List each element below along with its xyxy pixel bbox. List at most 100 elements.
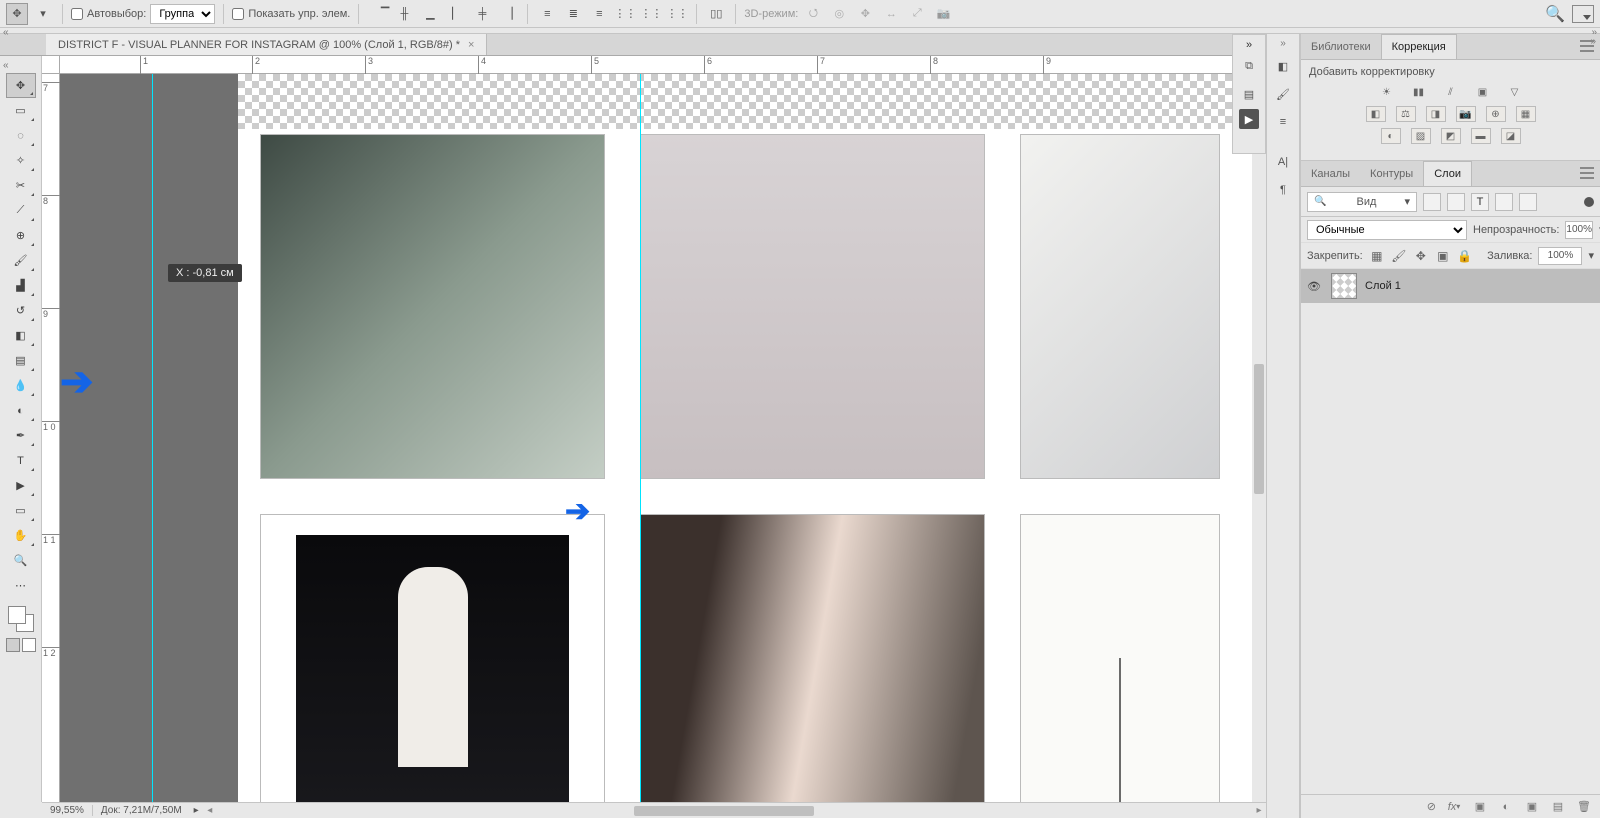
move-tool-icon[interactable]: ✥ — [6, 73, 36, 98]
align-bottom-edges-icon[interactable]: ▁ — [419, 3, 441, 25]
align-left-edges-icon[interactable]: ▏ — [445, 3, 467, 25]
lock-all-icon[interactable]: 🔒 — [1457, 248, 1473, 264]
show-transform-controls-checkbox[interactable]: Показать упр. элем. — [232, 8, 350, 20]
threshold-icon[interactable]: ◩ — [1441, 128, 1461, 144]
doc-info[interactable]: Док: 7,21M/7,50M — [93, 805, 190, 816]
blend-mode-dropdown[interactable]: Обычные — [1307, 220, 1467, 240]
align-hcenters-icon[interactable]: ╪ — [471, 3, 493, 25]
filter-shape-icon[interactable] — [1495, 193, 1513, 211]
layer-name[interactable]: Слой 1 — [1365, 280, 1401, 292]
layers-tab[interactable]: Слои — [1423, 161, 1472, 186]
filter-smart-icon[interactable] — [1519, 193, 1537, 211]
marquee-tool-icon[interactable]: ▭ — [6, 98, 36, 123]
filter-pixel-icon[interactable] — [1423, 193, 1441, 211]
align-top-edges-icon[interactable]: ▔ — [367, 3, 389, 25]
dodge-tool-icon[interactable]: ◐ — [6, 398, 36, 423]
filter-adjust-icon[interactable] — [1447, 193, 1465, 211]
layer-row[interactable]: 👁 Слой 1 — [1301, 269, 1600, 303]
distribute-right-icon[interactable]: ⋮⋮ — [666, 3, 688, 25]
canvas-view[interactable]: ➔ ➔ X : -0,81 см — [60, 74, 1266, 802]
color-lookup-icon[interactable]: ▦ — [1516, 106, 1536, 122]
gradient-map-icon[interactable]: ▬ — [1471, 128, 1491, 144]
scroll-right-icon[interactable]: ▸ — [1252, 805, 1266, 816]
ruler-vertical[interactable]: 7 8 9 1 0 1 1 1 2 — [42, 74, 60, 802]
crop-tool-icon[interactable]: ✂ — [6, 173, 36, 198]
healing-brush-tool-icon[interactable]: ⊕ — [6, 223, 36, 248]
link-layers-icon[interactable]: ⊘ — [1427, 800, 1436, 813]
search-icon[interactable]: 🔍 — [1544, 3, 1566, 25]
libraries-tab[interactable]: Библиотеки — [1301, 34, 1381, 59]
vibrance-icon[interactable]: ▽ — [1504, 84, 1526, 100]
channel-mixer-icon[interactable]: ⊕ — [1486, 106, 1506, 122]
distribute-left-icon[interactable]: ⋮⋮ — [614, 3, 636, 25]
tool-preset-picker-icon[interactable]: ▾ — [32, 3, 54, 25]
foreground-color-swatch[interactable] — [8, 606, 26, 624]
brightness-contrast-icon[interactable]: ☀ — [1376, 84, 1398, 100]
photo-filter-icon[interactable]: 📷 — [1456, 106, 1476, 122]
edit-toolbar-icon[interactable]: ⋯ — [6, 573, 36, 598]
panel-menu-icon[interactable] — [1580, 40, 1594, 52]
distribute-top-icon[interactable]: ≡ — [536, 3, 558, 25]
align-right-edges-icon[interactable]: ▕ — [497, 3, 519, 25]
filter-type-icon[interactable]: T — [1471, 193, 1489, 211]
opacity-value[interactable]: 100% — [1565, 221, 1593, 239]
ruler-origin[interactable] — [42, 56, 60, 74]
horizontal-scrollbar[interactable] — [231, 804, 1238, 818]
screen-mode-icon[interactable] — [1572, 5, 1594, 23]
new-group-icon[interactable]: ▣ — [1524, 800, 1540, 814]
clone-stamp-tool-icon[interactable]: ▟ — [6, 273, 36, 298]
layer-fx-icon[interactable]: fx▾ — [1446, 800, 1462, 814]
paths-tab[interactable]: Контуры — [1360, 161, 1423, 186]
document-tab[interactable]: DISTRICT F - VISUAL PLANNER FOR INSTAGRA… — [46, 34, 487, 55]
scroll-left-icon[interactable]: ◂ — [203, 805, 217, 816]
history-panel-icon[interactable]: ⧉ — [1236, 53, 1262, 79]
filter-toggle-icon[interactable] — [1584, 197, 1594, 207]
levels-icon[interactable]: ▮▮ — [1408, 84, 1430, 100]
fill-value[interactable]: 100% — [1538, 247, 1582, 265]
distribute-hcenter-icon[interactable]: ⋮⋮ — [640, 3, 662, 25]
distribute-bottom-icon[interactable]: ≡ — [588, 3, 610, 25]
vertical-scrollbar[interactable] — [1252, 74, 1266, 802]
standard-mode-icon[interactable] — [6, 638, 20, 652]
new-adjustment-layer-icon[interactable]: ◐ — [1498, 800, 1514, 814]
lock-position-icon[interactable]: ✥ — [1413, 248, 1429, 264]
fill-chevron-icon[interactable]: ▾ — [1588, 249, 1594, 262]
lasso-tool-icon[interactable]: ◌ — [6, 123, 36, 148]
distribute-vcenter-icon[interactable]: ≣ — [562, 3, 584, 25]
ruler-horizontal[interactable]: 1 2 3 4 5 6 7 8 9 — [60, 56, 1266, 74]
delete-layer-icon[interactable]: 🗑 — [1576, 800, 1592, 814]
selective-color-icon[interactable]: ◪ — [1501, 128, 1521, 144]
hue-sat-icon[interactable]: ◧ — [1366, 106, 1386, 122]
doc-info-chevron-icon[interactable]: ▸ — [190, 805, 203, 816]
type-tool-icon[interactable]: T — [6, 448, 36, 473]
rectangle-tool-icon[interactable]: ▭ — [6, 498, 36, 523]
auto-select-checkbox[interactable]: Автовыбор: — [71, 8, 146, 20]
quickmask-mode-icon[interactable] — [22, 638, 36, 652]
hand-tool-icon[interactable]: ✋ — [6, 523, 36, 548]
zoom-tool-icon[interactable]: 🔍 — [6, 548, 36, 573]
color-balance-icon[interactable]: ⚖ — [1396, 106, 1416, 122]
lock-transparency-icon[interactable]: ▦ — [1369, 248, 1385, 264]
guide-vertical[interactable] — [640, 74, 641, 802]
curves-icon[interactable]: ⫽ — [1440, 84, 1462, 100]
tool-indicator-move-icon[interactable]: ✥ — [6, 3, 28, 25]
color-swatches[interactable] — [6, 604, 36, 634]
color-panel-icon[interactable]: ◧ — [1270, 53, 1296, 79]
invert-icon[interactable]: ◐ — [1381, 128, 1401, 144]
guide-vertical[interactable] — [152, 74, 153, 802]
adjustments-tab[interactable]: Коррекция — [1381, 34, 1457, 59]
layer-thumbnail[interactable] — [1331, 273, 1357, 299]
close-tab-icon[interactable]: × — [468, 39, 474, 51]
filter-kind-dropdown[interactable]: Вид▾ — [1307, 192, 1417, 212]
eyedropper-tool-icon[interactable]: ⟋ — [6, 198, 36, 223]
auto-align-icon[interactable]: ▯▯ — [705, 3, 727, 25]
swatches-panel-icon[interactable]: 🖌 — [1270, 81, 1296, 107]
panel-menu-icon[interactable] — [1580, 167, 1594, 179]
play-icon[interactable]: ▶ — [1239, 109, 1259, 129]
properties-panel-icon[interactable]: ≡ — [1270, 109, 1296, 135]
visibility-eye-icon[interactable]: 👁 — [1307, 280, 1323, 293]
new-layer-icon[interactable]: ▤ — [1550, 800, 1566, 814]
align-vcenters-icon[interactable]: ╫ — [393, 3, 415, 25]
exposure-icon[interactable]: ▣ — [1472, 84, 1494, 100]
posterize-icon[interactable]: ▨ — [1411, 128, 1431, 144]
